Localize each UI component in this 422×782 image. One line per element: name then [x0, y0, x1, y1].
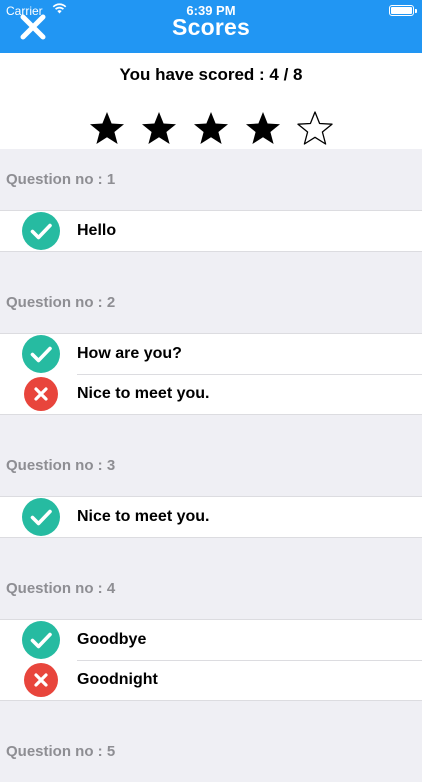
page-title: Scores: [172, 14, 250, 40]
cross-icon: [24, 663, 58, 697]
checkmark-icon: [22, 498, 60, 536]
question-header: Question no : 2: [6, 294, 116, 311]
answer-text: Nice to meet you.: [77, 385, 210, 402]
answer-text: Goodbye: [77, 631, 147, 648]
answer-text: Nice to meet you.: [77, 508, 210, 525]
answer-row: How are you?: [0, 334, 422, 374]
answer-group: Hello: [0, 210, 422, 252]
star-empty-icon: [296, 110, 334, 146]
answer-row: Goodnight: [0, 660, 422, 700]
question-header: Question no : 1: [6, 171, 116, 188]
answer-row: Hello: [0, 211, 422, 251]
answer-row: Nice to meet you.: [0, 374, 422, 414]
answer-text: Goodnight: [77, 671, 158, 688]
answer-row: Goodbye: [0, 620, 422, 660]
star-filled-icon: [192, 110, 230, 146]
star-filled-icon: [244, 110, 282, 146]
star-rating: [88, 110, 338, 146]
answer-row: Nice to meet you.: [0, 497, 422, 537]
score-panel: You have scored : 4 / 8: [0, 53, 422, 149]
star-filled-icon: [140, 110, 178, 146]
question-list: Question no : 1 Hello Question no : 2 How a…: [0, 149, 422, 782]
checkmark-icon: [22, 212, 60, 250]
navigation-bar: Carrier 6:39 PM Scores: [0, 0, 422, 53]
answer-group: How are you? Nice to meet you.: [0, 333, 422, 415]
answer-text: Hello: [77, 222, 117, 239]
star-filled-icon: [88, 110, 126, 146]
answer-group: Goodbye Goodnight: [0, 619, 422, 701]
answer-group: Nice to meet you.: [0, 496, 422, 538]
score-summary: You have scored : 4 / 8: [119, 65, 303, 84]
checkmark-icon: [22, 335, 60, 373]
question-header: Question no : 4: [6, 580, 116, 597]
question-header: Question no : 5: [6, 743, 116, 760]
checkmark-icon: [22, 621, 60, 659]
answer-text: How are you?: [77, 345, 182, 362]
cross-icon: [24, 377, 58, 411]
question-header: Question no : 3: [6, 457, 116, 474]
